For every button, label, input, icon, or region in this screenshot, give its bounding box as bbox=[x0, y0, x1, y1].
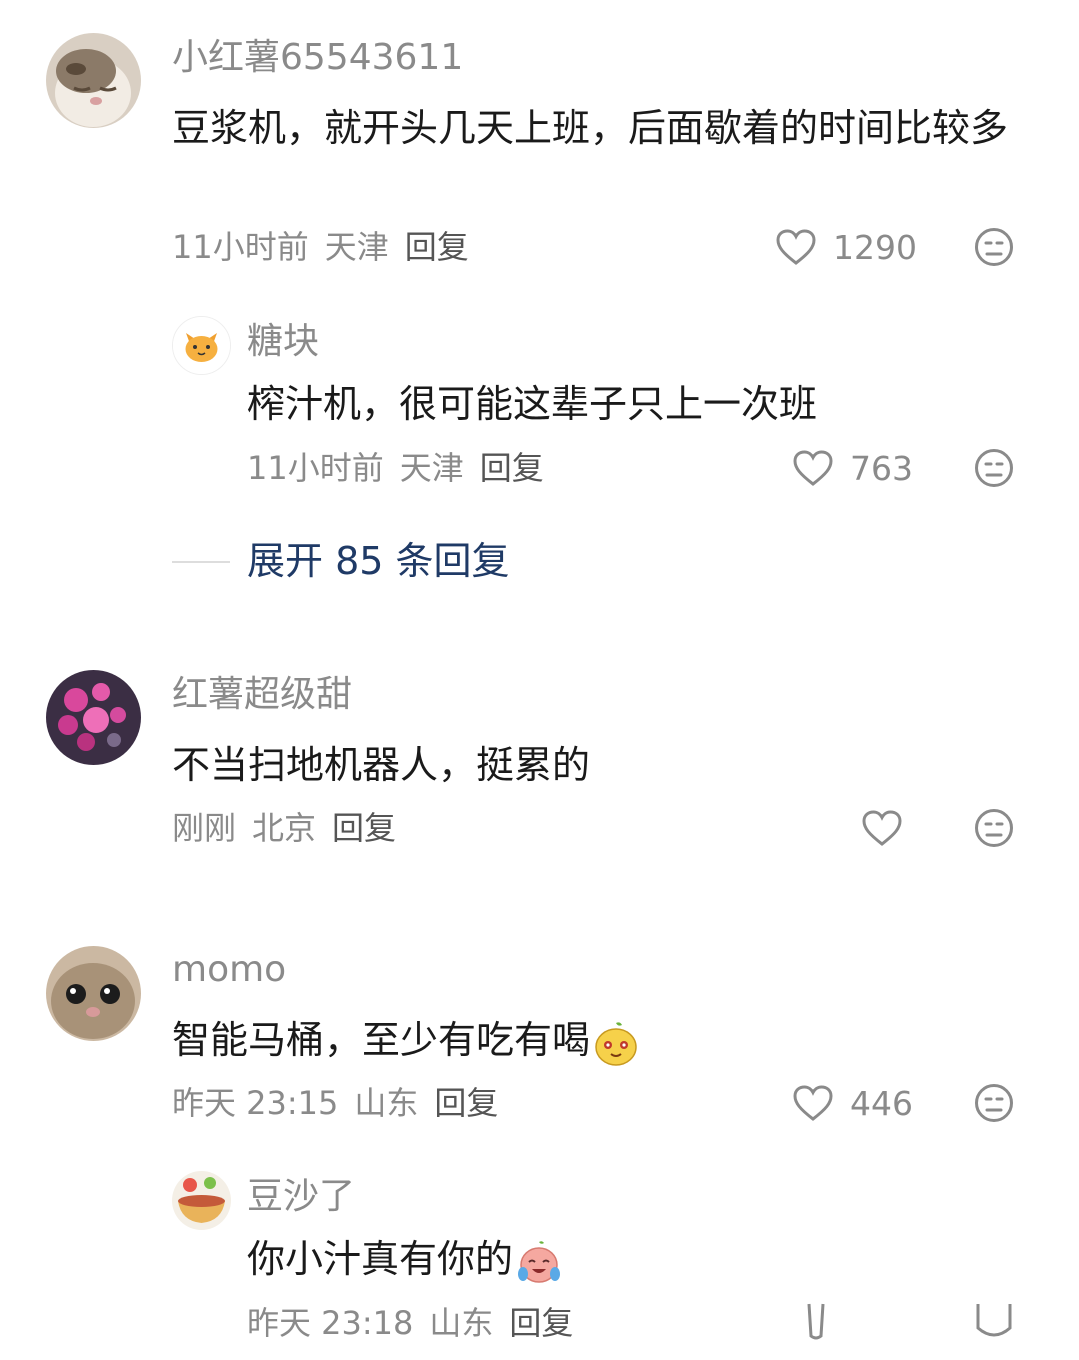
like-count: 446 bbox=[850, 1083, 913, 1123]
kitten-avatar-icon bbox=[46, 946, 141, 1041]
comment-meta: 昨天 23:18 山东 回复 bbox=[247, 1303, 589, 1343]
reply-button[interactable]: 回复 bbox=[434, 1084, 498, 1122]
username[interactable]: momo bbox=[172, 948, 286, 992]
like-button[interactable] bbox=[805, 1302, 843, 1342]
reply-button[interactable]: 回复 bbox=[480, 449, 544, 487]
comment-location: 山东 bbox=[354, 1084, 419, 1122]
comment-text: 不当扫地机器人，挺累的 bbox=[172, 743, 591, 787]
like-count: 763 bbox=[850, 448, 913, 488]
username[interactable]: 糖块 bbox=[247, 320, 319, 364]
fruit-emoji-icon bbox=[595, 1021, 637, 1066]
flowers-avatar-icon bbox=[46, 670, 141, 765]
avatar[interactable] bbox=[172, 316, 231, 375]
comment-location: 北京 bbox=[252, 809, 317, 847]
comment-meta: 11小时前 天津 回复 bbox=[247, 448, 560, 488]
dislike-button[interactable] bbox=[974, 227, 1014, 271]
food-bowl-avatar-icon bbox=[172, 1171, 231, 1230]
expand-replies-button[interactable]: 展开 85 条回复 bbox=[247, 538, 510, 584]
like-button[interactable]: 763 bbox=[792, 445, 913, 491]
dislike-button[interactable] bbox=[974, 448, 1014, 492]
comment-text: 你小汁真有你的 bbox=[247, 1231, 1007, 1287]
comment-text: 榨汁机，很可能这辈子只上一次班 bbox=[247, 382, 818, 426]
avatar[interactable] bbox=[46, 946, 141, 1041]
heart-outline-icon bbox=[793, 450, 833, 486]
like-count: 1290 bbox=[833, 227, 917, 267]
meh-face-icon bbox=[975, 1084, 1013, 1122]
like-button[interactable] bbox=[861, 805, 919, 851]
comment-meta: 昨天 23:15 山东 回复 bbox=[172, 1083, 514, 1123]
comment-time: 11小时前 bbox=[172, 228, 309, 266]
heart-outline-icon bbox=[793, 1085, 833, 1121]
username[interactable]: 小红薯65543611 bbox=[172, 36, 463, 80]
dislike-button[interactable] bbox=[974, 808, 1014, 852]
heart-outline-icon bbox=[807, 1303, 825, 1340]
comment-meta: 刚刚 北京 回复 bbox=[172, 808, 412, 848]
avatar[interactable] bbox=[46, 33, 141, 128]
crying-laughing-emoji-icon bbox=[518, 1240, 561, 1283]
comment-text: 智能马桶，至少有吃有喝 bbox=[172, 1012, 1022, 1068]
comment-text-content: 智能马桶，至少有吃有喝 bbox=[172, 1018, 591, 1062]
comment-time: 昨天 23:18 bbox=[247, 1304, 414, 1342]
comment-time: 11小时前 bbox=[247, 449, 384, 487]
comment-location: 山东 bbox=[429, 1304, 494, 1342]
like-button[interactable]: 1290 bbox=[775, 224, 917, 270]
comment-location: 天津 bbox=[399, 449, 464, 487]
avatar[interactable] bbox=[172, 1171, 231, 1230]
username[interactable]: 豆沙了 bbox=[247, 1175, 355, 1219]
reply-button[interactable]: 回复 bbox=[332, 809, 396, 847]
comment-text-content: 你小汁真有你的 bbox=[247, 1237, 514, 1281]
like-button[interactable]: 446 bbox=[792, 1080, 913, 1126]
comment-location: 天津 bbox=[324, 228, 389, 266]
expand-divider bbox=[172, 561, 230, 563]
heart-outline-icon bbox=[776, 229, 816, 265]
meh-face-icon bbox=[975, 809, 1013, 847]
meh-face-icon bbox=[976, 1304, 1012, 1337]
comment-time: 昨天 23:15 bbox=[172, 1084, 339, 1122]
cat-avatar-icon bbox=[46, 33, 141, 128]
comment-text: 豆浆机，就开头几天上班，后面歇着的时间比较多 bbox=[172, 106, 1009, 150]
meh-face-icon bbox=[975, 449, 1013, 487]
reply-button[interactable]: 回复 bbox=[405, 228, 469, 266]
comment-time: 刚刚 bbox=[172, 809, 237, 847]
avatar[interactable] bbox=[46, 670, 141, 765]
username[interactable]: 红薯超级甜 bbox=[172, 673, 352, 717]
dislike-button[interactable] bbox=[974, 1083, 1014, 1127]
dislike-button[interactable] bbox=[974, 1302, 1014, 1346]
comment-meta: 11小时前 天津 回复 bbox=[172, 227, 485, 267]
meh-face-icon bbox=[975, 228, 1013, 266]
reply-button[interactable]: 回复 bbox=[509, 1304, 573, 1342]
cat-emoji-avatar-icon bbox=[173, 317, 230, 374]
heart-outline-icon bbox=[862, 810, 902, 846]
